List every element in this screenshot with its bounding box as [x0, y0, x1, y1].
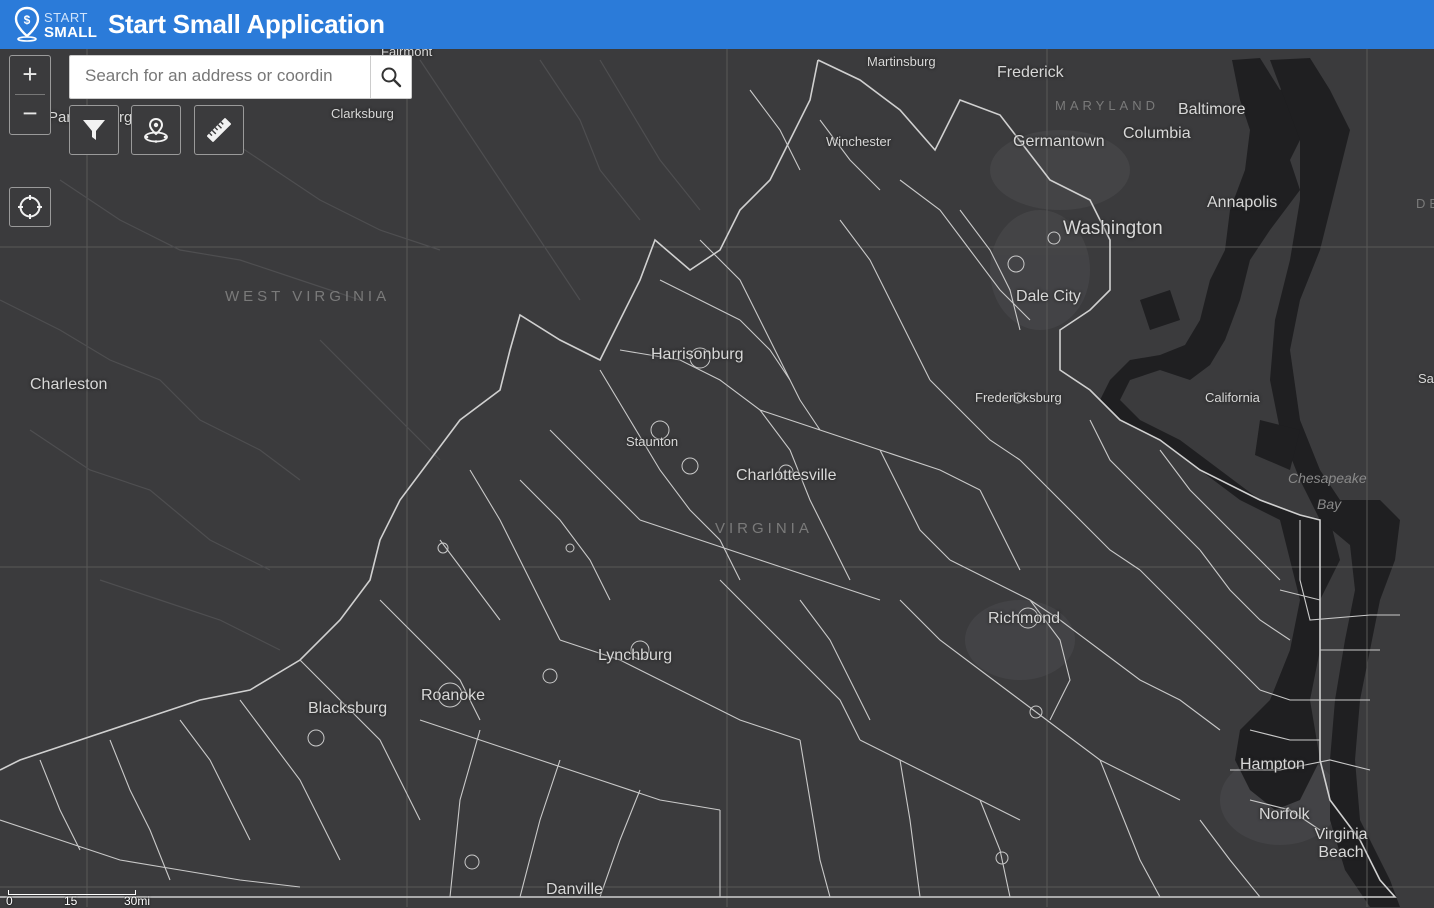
ruler-icon [207, 118, 231, 142]
search-button[interactable] [370, 56, 411, 98]
map-pin-icon [144, 117, 168, 143]
scale-label-mid: 15 [64, 894, 78, 908]
scale-label-zero: 0 [6, 894, 13, 908]
zoom-control: + − [9, 55, 51, 135]
locate-button[interactable] [9, 187, 51, 227]
zoom-out-button[interactable]: − [10, 95, 50, 133]
search-icon [381, 67, 402, 88]
measure-button[interactable] [194, 105, 244, 155]
map-view[interactable]: WEST VIRGINIA VIRGINIA MARYLAND Fairmont… [0, 49, 1434, 907]
basemap[interactable] [0, 49, 1434, 907]
filter-button[interactable] [69, 105, 119, 155]
svg-text:$: $ [24, 13, 31, 27]
map-pin-logo-icon: $ [14, 6, 40, 42]
search-box [69, 55, 412, 99]
app-logo: $ START SMALL [14, 6, 98, 44]
locate-icon [18, 195, 42, 219]
zoom-in-button[interactable]: + [10, 56, 50, 94]
logo-text-start: START [44, 10, 88, 25]
logo-text-small: SMALL [44, 24, 98, 41]
filter-icon [83, 120, 105, 140]
scale-label-end: 30mi [124, 894, 151, 908]
search-input[interactable] [70, 56, 380, 96]
app-title: Start Small Application [108, 9, 385, 39]
scale-bar: 0 15 30mi [6, 886, 166, 908]
location-picker-button[interactable] [131, 105, 181, 155]
app-header: $ START SMALL Start Small Application [0, 0, 1434, 49]
